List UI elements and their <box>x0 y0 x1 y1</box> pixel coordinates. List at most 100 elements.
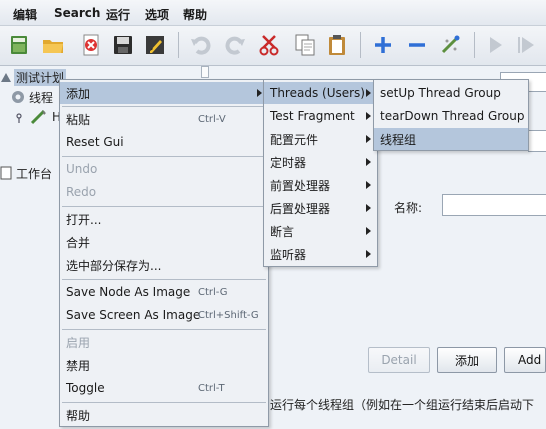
menu-item-label: 线程组 <box>380 132 417 147</box>
menu-item-redo[interactable]: Redo <box>60 181 268 203</box>
submenu-arrow-icon <box>366 135 371 143</box>
toolbar-separator <box>178 32 179 58</box>
menu-options[interactable]: 选项 <box>145 6 169 23</box>
gear-icon <box>10 89 26 105</box>
add-from-clipboard-button[interactable]: Add f <box>504 347 546 373</box>
cut-icon[interactable] <box>254 30 284 60</box>
menu-item-thread-group[interactable]: 线程组 <box>374 128 528 150</box>
menu-item-shortcut: Ctrl-T <box>198 382 225 394</box>
expand-icon[interactable] <box>368 30 398 60</box>
menu-item-save-node-image[interactable]: Save Node As Image Ctrl-G <box>60 281 268 303</box>
edit-icon[interactable] <box>140 30 170 60</box>
add-submenu: Threads (Users) Test Fragment 配置元件 定时器 前… <box>263 79 378 267</box>
menu-item-label: 添加 <box>66 86 91 101</box>
menu-item-enable[interactable]: 启用 <box>60 331 268 353</box>
menubar: 编辑 Search 运行 选项 帮助 <box>0 0 546 26</box>
menu-item-assertion[interactable]: 断言 <box>264 220 377 242</box>
tree-node-test-plan[interactable]: 测试计划 <box>0 68 67 86</box>
menu-item-label: 粘贴 <box>66 112 91 127</box>
redo-icon[interactable] <box>220 30 250 60</box>
menu-item-shortcut: Ctrl-G <box>198 286 228 298</box>
toolbar-separator <box>360 32 361 58</box>
menu-item-listener[interactable]: 监听器 <box>264 243 377 265</box>
menu-item-label: Threads (Users) <box>270 86 365 100</box>
menu-item-merge[interactable]: 合并 <box>60 231 268 253</box>
menu-item-timer[interactable]: 定时器 <box>264 151 377 173</box>
menu-item-label: 监听器 <box>270 247 307 262</box>
toolbar <box>0 26 546 66</box>
menu-item-help[interactable]: 帮助 <box>60 404 268 426</box>
name-input[interactable] <box>442 194 546 216</box>
menu-item-post-processor[interactable]: 后置处理器 <box>264 197 377 219</box>
threads-submenu: setUp Thread Group tearDown Thread Group… <box>373 79 529 151</box>
menu-item-save-selection[interactable]: 选中部分保存为... <box>60 254 268 276</box>
tree-node-child[interactable]: H <box>14 108 61 126</box>
menu-item-reset-gui[interactable]: Reset Gui <box>60 131 268 153</box>
menu-item-pre-processor[interactable]: 前置处理器 <box>264 174 377 196</box>
submenu-arrow-icon <box>366 204 371 212</box>
menu-search[interactable]: Search <box>54 6 100 20</box>
tree-node-workbench[interactable]: 工作台 <box>0 164 52 182</box>
menu-item-label: 后置处理器 <box>270 201 331 216</box>
undo-icon[interactable] <box>186 30 216 60</box>
toolbar-separator <box>474 32 475 58</box>
tree-node-label: 工作台 <box>16 166 53 181</box>
add-button[interactable]: 添加 <box>437 347 497 373</box>
menu-separator <box>62 402 266 403</box>
menu-help[interactable]: 帮助 <box>183 6 207 23</box>
submenu-arrow-icon <box>366 112 371 120</box>
menu-item-config-element[interactable]: 配置元件 <box>264 128 377 150</box>
menu-item-label: 配置元件 <box>270 132 319 147</box>
menu-item-setup-thread-group[interactable]: setUp Thread Group <box>374 82 528 104</box>
menu-run[interactable]: 运行 <box>106 6 130 23</box>
submenu-arrow-icon <box>366 250 371 258</box>
menu-item-label: 定时器 <box>270 155 307 170</box>
menu-item-open[interactable]: 打开... <box>60 208 268 230</box>
splitter-handle[interactable] <box>201 66 209 78</box>
close-icon[interactable] <box>76 30 106 60</box>
workbench-icon <box>0 166 12 180</box>
start-icon[interactable] <box>480 30 510 60</box>
menu-item-label: 禁用 <box>66 358 91 373</box>
submenu-arrow-icon <box>366 227 371 235</box>
menu-item-add[interactable]: 添加 <box>60 82 268 104</box>
open-icon[interactable] <box>38 30 68 60</box>
menu-item-toggle[interactable]: Toggle Ctrl-T <box>60 377 268 399</box>
menu-item-label: Toggle <box>66 381 105 395</box>
menu-item-paste[interactable]: 粘贴 Ctrl-V <box>60 108 268 130</box>
start-no-pause-icon[interactable] <box>512 30 542 60</box>
menu-item-label: Save Node As Image <box>66 285 191 299</box>
collapse-icon[interactable] <box>402 30 432 60</box>
paste-icon[interactable] <box>322 30 352 60</box>
menu-item-undo[interactable]: Undo <box>60 158 268 180</box>
menu-separator <box>62 156 266 157</box>
template-icon[interactable] <box>4 30 34 60</box>
menu-item-label: 打开... <box>66 212 102 227</box>
menu-item-label: Reset Gui <box>66 135 124 149</box>
text-field[interactable] <box>528 130 546 152</box>
menu-item-threads[interactable]: Threads (Users) <box>264 82 377 104</box>
copy-icon[interactable] <box>290 30 320 60</box>
menu-item-label: Undo <box>66 162 98 176</box>
detail-button[interactable]: Detail <box>368 347 430 373</box>
tree-node-thread-group[interactable]: 线程 <box>10 88 53 106</box>
menu-item-label: 选中部分保存为... <box>66 258 162 273</box>
menu-item-test-fragment[interactable]: Test Fragment <box>264 105 377 127</box>
menu-separator <box>62 279 266 280</box>
test-plan-icon <box>0 71 12 83</box>
toggle-icon[interactable] <box>436 30 466 60</box>
submenu-arrow-icon <box>257 89 262 97</box>
menu-item-label: 帮助 <box>66 408 91 423</box>
menu-item-label: 断言 <box>270 224 295 239</box>
name-label: 名称: <box>394 201 423 215</box>
submenu-arrow-icon <box>366 89 371 97</box>
save-icon[interactable] <box>108 30 138 60</box>
menu-item-label: 合并 <box>66 235 91 250</box>
menu-item-teardown-thread-group[interactable]: tearDown Thread Group <box>374 105 528 127</box>
sampler-icon <box>30 109 48 125</box>
menu-item-save-screen-image[interactable]: Save Screen As Image Ctrl+Shift-G <box>60 304 268 326</box>
context-menu: 添加 粘贴 Ctrl-V Reset Gui Undo Redo 打开... 合… <box>59 79 269 427</box>
tree-handle-icon <box>14 112 24 123</box>
menu-item-disable[interactable]: 禁用 <box>60 354 268 376</box>
menu-edit[interactable]: 编辑 <box>13 6 37 23</box>
